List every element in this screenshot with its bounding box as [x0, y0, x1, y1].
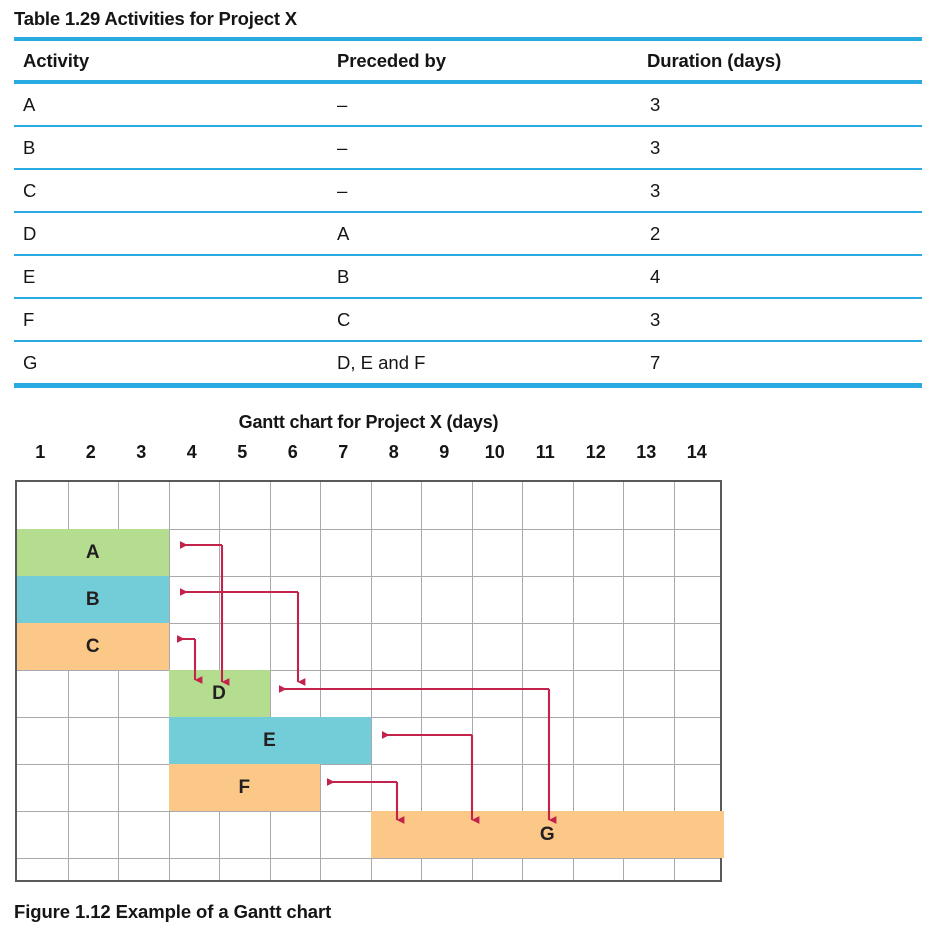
table-cell-activity: C: [14, 169, 329, 213]
gantt-bar-label: B: [85, 588, 100, 610]
table-body: A –3 B –3 C –3 D A 2 E B 4 F C 3 G D, E and F7: [14, 82, 922, 388]
table-cell-duration: 3: [639, 126, 922, 170]
table-row: A –3: [14, 82, 922, 127]
activities-table-block: Table 1.29 Activities for Project X Acti…: [14, 8, 922, 388]
grid-hline: [17, 858, 720, 859]
gantt-bar-f: F: [168, 764, 320, 811]
gantt-grid: A B C D E F G: [15, 480, 724, 882]
table-cell-duration: 2: [639, 212, 922, 256]
table-cell-duration: 3: [639, 298, 922, 342]
table-row: G D, E and F7: [14, 341, 922, 388]
gantt-bar-c: C: [17, 623, 169, 670]
axis-tick-4: 4: [186, 442, 197, 462]
gantt-bar-label: G: [539, 823, 555, 845]
activities-table: Activity Preceded by Duration (days) A –3…: [14, 37, 922, 388]
table-header-row: Activity Preceded by Duration (days): [14, 37, 922, 84]
axis-tick-13: 13: [636, 442, 657, 462]
table-cell-preceded-by: B: [329, 255, 639, 299]
gantt-x-axis: 1 2 3 4 5 6 7 8 9 10 11 12 13 14: [15, 442, 722, 468]
gantt-bar-d: D: [168, 670, 270, 717]
gantt-bar-label: F: [238, 776, 251, 798]
gantt-bar-g: G: [370, 811, 724, 858]
table-row: DA2: [14, 212, 922, 256]
table-caption: Table 1.29 Activities for Project X: [14, 8, 297, 29]
gantt-bar-label: C: [85, 635, 100, 657]
axis-tick-8: 8: [388, 442, 399, 462]
table-header-activity: Activity: [14, 37, 329, 84]
table-cell-preceded-by: –: [329, 126, 639, 170]
gantt-bar-e: E: [168, 717, 371, 764]
axis-tick-11: 11: [535, 442, 555, 462]
table-cell-preceded-by: –: [329, 82, 639, 127]
table-cell-activity: B: [14, 126, 329, 170]
table-header-preceded-by: Preceded by: [329, 37, 639, 84]
axis-tick-9: 9: [439, 442, 450, 462]
gantt-bar-label: E: [263, 729, 276, 751]
table-row: EB4: [14, 255, 922, 299]
axis-tick-2: 2: [85, 442, 96, 462]
table-cell-duration: 4: [639, 255, 922, 299]
table-row: C –3: [14, 169, 922, 213]
table-cell-preceded-by: C: [329, 298, 639, 342]
table-cell-preceded-by: D, E and F: [329, 341, 639, 388]
table-cell-preceded-by: –: [329, 169, 639, 213]
axis-tick-3: 3: [136, 442, 147, 462]
table-cell-activity: E: [14, 255, 329, 299]
axis-tick-1: 1: [35, 442, 46, 462]
axis-tick-12: 12: [585, 442, 606, 462]
grid-hline: [17, 764, 720, 765]
table-cell-activity: D: [14, 212, 329, 256]
table-row: B –3: [14, 126, 922, 170]
gantt-chart-title: Gantt chart for Project X (days): [238, 412, 499, 432]
gantt-bar-b: B: [17, 576, 169, 623]
grid-vline: [269, 482, 271, 880]
grid-hline: [17, 670, 720, 671]
table-cell-activity: G: [14, 341, 329, 388]
table-cell-duration: 3: [639, 82, 922, 127]
axis-tick-14: 14: [686, 442, 707, 462]
table-cell-duration: 7: [639, 341, 922, 388]
figure-caption: Figure 1.12 Example of a Gantt chart: [14, 901, 332, 922]
grid-vline: [320, 482, 321, 880]
axis-tick-7: 7: [338, 442, 349, 462]
table-cell-preceded-by: A: [329, 212, 639, 256]
axis-tick-10: 10: [484, 442, 505, 462]
axis-tick-6: 6: [287, 442, 298, 462]
table-row: FC3: [14, 298, 922, 342]
gantt-bar-a: A: [17, 529, 169, 576]
table-header-duration: Duration (days): [639, 37, 922, 84]
table-cell-activity: A: [14, 82, 329, 127]
axis-tick-5: 5: [237, 442, 248, 462]
gantt-bar-label: A: [85, 541, 100, 563]
table-cell-duration: 3: [639, 169, 922, 213]
table-cell-activity: F: [14, 298, 329, 342]
gantt-bar-label: D: [212, 682, 226, 704]
